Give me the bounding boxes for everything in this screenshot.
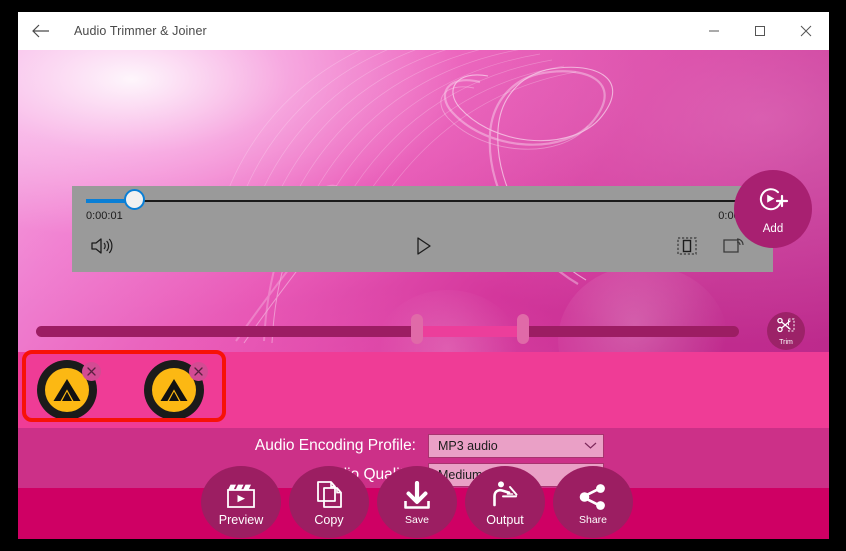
maximize-icon: [754, 25, 766, 37]
copy-button-label: Copy: [314, 512, 344, 527]
timeline-track: [36, 326, 739, 337]
copy-button[interactable]: Copy: [289, 466, 369, 538]
play-icon: [416, 236, 432, 260]
trim-button[interactable]: Trim: [767, 312, 805, 350]
triangle-logo-icon: [53, 379, 81, 401]
person-at-desk-icon: [489, 478, 521, 510]
clip-remove-button-2[interactable]: [189, 362, 208, 381]
back-button[interactable]: [18, 12, 64, 50]
encoding-profile-value: MP3 audio: [438, 439, 498, 453]
title-bar: Audio Trimmer & Joiner: [18, 12, 829, 50]
preview-button[interactable]: Preview: [201, 466, 281, 538]
output-button[interactable]: Output: [465, 466, 545, 538]
volume-button[interactable]: [86, 234, 118, 262]
maximize-button[interactable]: [737, 12, 783, 50]
player-controls: [72, 232, 773, 266]
play-button[interactable]: [410, 234, 438, 262]
close-button[interactable]: [783, 12, 829, 50]
media-player-panel: 0:00:01 0:00:05: [72, 186, 773, 272]
add-button-label: Add: [762, 222, 784, 235]
seek-bar[interactable]: [86, 189, 758, 210]
close-icon: [800, 25, 812, 37]
app-window: Audio Trimmer & Joiner 0:00:01 Add Trim …: [18, 12, 829, 539]
clip-thumbnail-1[interactable]: [37, 360, 101, 420]
clip-thumbnail-2[interactable]: [144, 360, 208, 420]
output-button-label: Output: [486, 512, 524, 527]
trim-handle-right[interactable]: [517, 314, 529, 344]
save-button-label: Save: [405, 513, 429, 526]
cast-icon: [723, 237, 745, 260]
trim-timeline[interactable]: [36, 314, 739, 344]
minimize-button[interactable]: [691, 12, 737, 50]
seek-track: [86, 200, 758, 202]
toolbar-buttons: Preview Copy Save Output Share: [201, 466, 633, 538]
setting-row-encoding-profile: Audio Encoding Profile: MP3 audio: [18, 434, 604, 458]
trim-button-label: Trim: [779, 338, 793, 346]
close-icon: [87, 367, 96, 376]
share-nodes-icon: [578, 479, 608, 511]
trim-handle-left[interactable]: [411, 314, 423, 344]
encoding-profile-select[interactable]: MP3 audio: [428, 434, 604, 458]
bottom-toolbar: Preview Copy Save Output Share: [18, 466, 829, 539]
encoding-profile-label: Audio Encoding Profile:: [254, 437, 416, 454]
close-icon: [194, 367, 203, 376]
back-arrow-icon: [32, 24, 50, 38]
copy-pages-icon: [314, 478, 344, 510]
download-icon: [402, 479, 432, 511]
volume-icon: [90, 236, 114, 261]
app-content: 0:00:01 0:00:05: [18, 50, 829, 539]
window-controls: [691, 12, 829, 50]
minimize-icon: [708, 25, 720, 37]
share-button-label: Share: [578, 513, 608, 526]
seek-thumb[interactable]: [124, 189, 145, 210]
aspect-ratio-button[interactable]: [673, 234, 701, 262]
clip-remove-button-1[interactable]: [82, 362, 101, 381]
current-time-label: 0:00:01: [86, 210, 123, 222]
app-title: Audio Trimmer & Joiner: [74, 24, 207, 38]
clip-strip: [18, 352, 829, 428]
add-media-icon: [755, 184, 791, 221]
chevron-down-icon: [584, 437, 597, 455]
save-button[interactable]: Save: [377, 466, 457, 538]
preview-button-label: Preview: [218, 512, 264, 527]
scissors-icon: [777, 317, 795, 338]
clapperboard-icon: [225, 478, 257, 510]
timeline-selection: [416, 326, 523, 337]
screenshot-root: Audio Trimmer & Joiner 0:00:01 Add Trim …: [0, 0, 846, 551]
cast-button[interactable]: [719, 234, 749, 262]
aspect-ratio-icon: [677, 236, 697, 260]
share-button[interactable]: Share: [553, 466, 633, 538]
add-media-button[interactable]: Add: [734, 170, 812, 248]
triangle-logo-icon: [160, 379, 188, 401]
